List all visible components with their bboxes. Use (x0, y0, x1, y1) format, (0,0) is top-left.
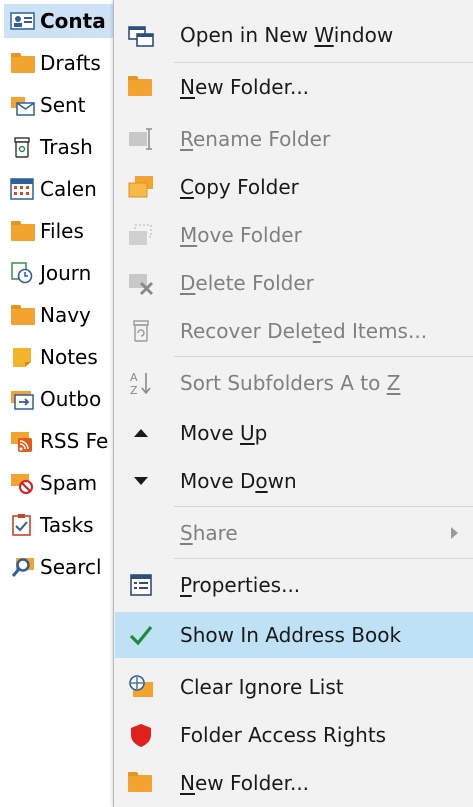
menu-item-new-folder[interactable]: New Folder... (115, 64, 473, 110)
folder-icon (127, 769, 155, 797)
menu-item-label: Move Down (180, 469, 297, 493)
sent-icon (10, 94, 36, 116)
folder-label: Tasks (40, 513, 94, 537)
menu-item-share[interactable]: Share (115, 510, 473, 556)
menu-item-label: Open in New Window (180, 23, 394, 47)
delete-folder-icon (127, 269, 155, 297)
spam-icon (10, 472, 36, 494)
sort-az-icon: AZ (127, 369, 155, 397)
notes-icon (10, 346, 36, 368)
context-menu: Open in New Window New Folder... Rename … (113, 0, 473, 807)
folder-label: Conta (40, 9, 106, 33)
folder-label: Notes (40, 345, 98, 369)
clear-ignore-icon (127, 673, 155, 701)
menu-item-show-in-address-book[interactable]: Show In Address Book (115, 612, 473, 658)
menu-item-label: Copy Folder (180, 175, 299, 199)
menu-separator (174, 62, 473, 63)
menu-item-open-in-new-window[interactable]: Open in New Window (115, 12, 473, 58)
menu-item-folder-access-rights[interactable]: Folder Access Rights (115, 712, 473, 758)
menu-item-label: Move Up (180, 421, 268, 445)
checkmark-icon (127, 621, 155, 649)
folder-label: Navy (40, 303, 91, 327)
menu-separator (174, 356, 473, 357)
trash-icon (10, 136, 36, 158)
folder-label: Calen (40, 177, 97, 201)
menu-item-move-up[interactable]: Move Up (115, 410, 473, 456)
menu-item-rename-folder[interactable]: Rename Folder (115, 116, 473, 162)
folder-label: Spam (40, 471, 98, 495)
new-window-icon (127, 21, 155, 49)
menu-item-label: Share (180, 521, 238, 545)
folder-label: Trash (40, 135, 93, 159)
folder-icon (127, 73, 155, 101)
folder-icon (10, 220, 36, 242)
menu-item-label: New Folder... (180, 75, 310, 99)
move-down-icon (127, 467, 155, 495)
menu-item-label: Delete Folder (180, 271, 314, 295)
menu-separator (174, 558, 473, 559)
menu-item-label: New Folder... (180, 771, 310, 795)
menu-item-copy-folder[interactable]: Copy Folder (115, 164, 473, 210)
menu-item-recover-deleted-items[interactable]: Recover Deleted Items... (115, 308, 473, 354)
menu-item-delete-folder[interactable]: Delete Folder (115, 260, 473, 306)
menu-item-sort-subfolders[interactable]: AZ Sort Subfolders A to Z (115, 360, 473, 406)
folder-label: RSS Fe (40, 429, 109, 453)
folder-icon (10, 52, 36, 74)
svg-text:A: A (130, 371, 138, 384)
move-folder-icon (127, 221, 155, 249)
journal-icon (10, 262, 36, 284)
menu-item-label: Clear Ignore List (180, 675, 344, 699)
menu-item-new-folder-2[interactable]: New Folder... (115, 760, 473, 806)
properties-icon (127, 571, 155, 599)
calendar-icon (10, 178, 36, 200)
menu-item-label: Rename Folder (180, 127, 331, 151)
copy-folder-icon (127, 173, 155, 201)
submenu-arrow-icon (451, 527, 458, 539)
menu-item-label: Folder Access Rights (180, 723, 387, 747)
svg-text:Z: Z (130, 384, 138, 397)
folder-label: Drafts (40, 51, 101, 75)
outbox-icon (10, 388, 36, 410)
folder-label: Searcl (40, 555, 102, 579)
folder-label: Journ (40, 261, 92, 285)
menu-item-label: Move Folder (180, 223, 302, 247)
folder-label: Sent (40, 93, 86, 117)
menu-item-move-folder[interactable]: Move Folder (115, 212, 473, 258)
shield-icon (127, 721, 155, 749)
folder-icon (10, 304, 36, 326)
menu-item-label: Properties... (180, 573, 301, 597)
tasks-icon (10, 514, 36, 536)
recover-deleted-icon (127, 317, 155, 345)
rss-icon (10, 430, 36, 452)
menu-item-move-down[interactable]: Move Down (115, 458, 473, 504)
folder-label: Outbo (40, 387, 102, 411)
menu-item-label: Show In Address Book (180, 623, 402, 647)
search-folder-icon (10, 556, 36, 578)
move-up-icon (127, 419, 155, 447)
menu-item-clear-ignore-list[interactable]: Clear Ignore List (115, 664, 473, 710)
menu-item-label: Sort Subfolders A to Z (180, 371, 401, 395)
rename-folder-icon (127, 125, 155, 153)
menu-item-label: Recover Deleted Items... (180, 319, 428, 343)
contacts-icon (10, 10, 36, 32)
folder-pane: Conta Drafts Sent Trash Calen Files Jour… (0, 0, 140, 807)
folder-label: Files (40, 219, 84, 243)
menu-item-properties[interactable]: Properties... (115, 562, 473, 608)
menu-separator (174, 506, 473, 507)
